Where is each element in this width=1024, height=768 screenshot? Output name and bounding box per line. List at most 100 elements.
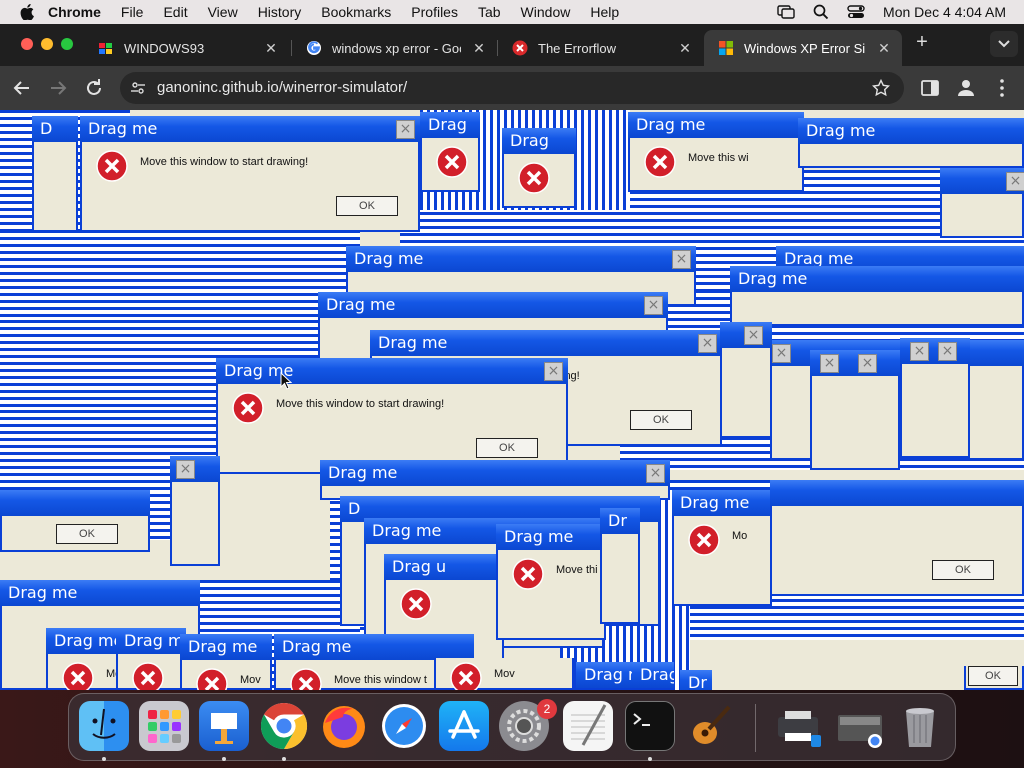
- xp-error-dialog[interactable]: OK: [770, 480, 1024, 596]
- window-minimize-button[interactable]: [41, 38, 53, 50]
- xp-error-dialog[interactable]: × ×: [810, 350, 900, 470]
- window-zoom-button[interactable]: [61, 38, 73, 50]
- new-tab-button[interactable]: +: [910, 30, 934, 54]
- garageband-app[interactable]: [685, 701, 735, 751]
- dialog-close-button[interactable]: ×: [858, 354, 877, 373]
- xp-error-dialog[interactable]: Drag me × Move this window to start draw…: [80, 116, 420, 232]
- dialog-close-button[interactable]: ×: [938, 342, 957, 361]
- xp-error-dialog[interactable]: Drag me: [798, 118, 1024, 168]
- dialog-title-bar[interactable]: Dr: [600, 508, 640, 534]
- dialog-ok-button[interactable]: OK: [932, 560, 994, 580]
- xp-error-dialog[interactable]: Drag r: [576, 662, 636, 690]
- printer-app[interactable]: [773, 701, 823, 751]
- address-bar[interactable]: ganoninc.github.io/winerror-simulator/: [120, 72, 904, 104]
- dialog-close-button[interactable]: ×: [646, 464, 665, 483]
- menu-tab[interactable]: Tab: [478, 4, 501, 20]
- back-arrow-icon[interactable]: [10, 76, 34, 100]
- menu-file[interactable]: File: [121, 4, 144, 20]
- xp-error-dialog[interactable]: ×: [940, 168, 1024, 238]
- xp-error-dialog[interactable]: × ×: [900, 338, 970, 458]
- dialog-close-button[interactable]: ×: [910, 342, 929, 361]
- xp-error-dialog[interactable]: Drag: [420, 112, 480, 192]
- terminal-app[interactable]: [625, 701, 675, 751]
- xp-error-dialog[interactable]: Drag: [502, 128, 576, 208]
- dialog-close-button[interactable]: ×: [698, 334, 717, 353]
- dialog-title-bar[interactable]: Drag me: [496, 524, 606, 550]
- dialog-ok-button[interactable]: OK: [476, 438, 538, 458]
- xp-error-dialog[interactable]: ×: [720, 322, 772, 438]
- forward-arrow-icon[interactable]: [46, 76, 70, 100]
- dialog-close-button[interactable]: ×: [820, 354, 839, 373]
- dialog-title-bar[interactable]: Drag me: [318, 292, 668, 318]
- xp-error-dialog[interactable]: Mov: [434, 658, 574, 690]
- textedit-app[interactable]: [563, 701, 613, 751]
- dialog-title-bar[interactable]: Drag r: [576, 662, 636, 688]
- tab-close-icon[interactable]: ✕: [263, 40, 279, 57]
- menu-bookmarks[interactable]: Bookmarks: [321, 4, 391, 20]
- tab-close-icon[interactable]: ✕: [471, 40, 487, 57]
- menu-help[interactable]: Help: [590, 4, 619, 20]
- xp-error-dialog[interactable]: ×: [170, 456, 220, 566]
- window-close-button[interactable]: [21, 38, 33, 50]
- dialog-title-bar[interactable]: Drag: [632, 662, 674, 688]
- xp-error-dialog[interactable]: D: [32, 116, 78, 232]
- xp-error-dialog[interactable]: OK: [0, 490, 150, 552]
- menu-profiles[interactable]: Profiles: [411, 4, 458, 20]
- xp-error-dialog-active[interactable]: Drag me × Move this window to start draw…: [216, 358, 568, 474]
- profile-icon[interactable]: [954, 76, 978, 100]
- xp-error-dialog[interactable]: OK: [964, 666, 1024, 690]
- screen-mirroring-icon[interactable]: [777, 4, 795, 20]
- dialog-title-bar[interactable]: Drag: [420, 112, 480, 138]
- xp-error-dialog[interactable]: Drag: [632, 662, 674, 690]
- xp-error-dialog[interactable]: Drag me Mo: [672, 490, 772, 606]
- control-center-icon[interactable]: [847, 4, 865, 20]
- dialog-close-button[interactable]: ×: [744, 326, 763, 345]
- bookmark-star-icon[interactable]: [872, 79, 890, 97]
- more-menu-icon[interactable]: [990, 76, 1014, 100]
- winerror-simulator-canvas[interactable]: Drag me × Move this window to start draw…: [0, 110, 1024, 690]
- dialog-title-bar[interactable]: [0, 490, 150, 516]
- dialog-ok-button[interactable]: OK: [336, 196, 398, 216]
- dialog-title-bar[interactable]: Drag: [502, 128, 576, 154]
- xp-error-dialog[interactable]: Drag m: [116, 628, 186, 690]
- menu-view[interactable]: View: [208, 4, 238, 20]
- dialog-title-bar[interactable]: [770, 480, 1024, 506]
- dialog-close-button[interactable]: ×: [672, 250, 691, 269]
- dialog-close-button[interactable]: ×: [644, 296, 663, 315]
- tab-windows-xp-error-simulator[interactable]: Windows XP Error Sim ✕: [704, 30, 902, 66]
- tab-close-icon[interactable]: ✕: [876, 40, 892, 57]
- dialog-title-bar[interactable]: Drag me: [370, 330, 722, 356]
- dialog-title-bar[interactable]: Drag u: [384, 554, 504, 580]
- tab-errorflow[interactable]: The Errorflow ✕: [498, 30, 703, 66]
- tab-search-button[interactable]: [990, 31, 1018, 57]
- dialog-title-bar[interactable]: Drag me: [0, 580, 200, 606]
- site-info-icon[interactable]: [130, 80, 146, 96]
- xp-error-dialog[interactable]: Drag me Move thi: [496, 524, 606, 640]
- dialog-title-bar[interactable]: Drag me: [320, 460, 670, 486]
- dialog-title-bar[interactable]: Drag m: [116, 628, 186, 654]
- xp-error-dialog[interactable]: Drag me: [730, 266, 1024, 326]
- app-store-app[interactable]: [439, 701, 489, 751]
- xp-error-dialog[interactable]: Dr: [680, 670, 712, 690]
- dialog-title-bar[interactable]: Drag me: [798, 118, 1024, 144]
- dialog-title-bar[interactable]: Drag me: [346, 246, 696, 272]
- tab-close-icon[interactable]: ✕: [677, 40, 693, 57]
- chrome-app[interactable]: [259, 701, 309, 751]
- menu-app-name[interactable]: Chrome: [48, 4, 101, 20]
- dialog-title-bar[interactable]: Drag me: [180, 634, 272, 660]
- dialog-title-bar[interactable]: Dr: [680, 670, 712, 690]
- dialog-close-button[interactable]: ×: [176, 460, 195, 479]
- xp-error-dialog[interactable]: Drag me Mov: [180, 634, 272, 690]
- menu-edit[interactable]: Edit: [163, 4, 187, 20]
- dialog-title-bar[interactable]: Drag me: [80, 116, 420, 142]
- dialog-close-button[interactable]: ×: [1006, 172, 1024, 191]
- dialog-title-bar[interactable]: Drag me: [216, 358, 568, 384]
- dialog-ok-button[interactable]: OK: [968, 666, 1018, 686]
- trash-app[interactable]: [895, 701, 945, 751]
- xp-error-dialog[interactable]: Drag me Move this wi: [628, 112, 804, 192]
- keynote-app[interactable]: [199, 701, 249, 751]
- dialog-close-button[interactable]: ×: [396, 120, 415, 139]
- dialog-title-bar[interactable]: D: [32, 116, 78, 142]
- dialog-title-bar[interactable]: Drag me: [730, 266, 1024, 292]
- dialog-ok-button[interactable]: OK: [630, 410, 692, 430]
